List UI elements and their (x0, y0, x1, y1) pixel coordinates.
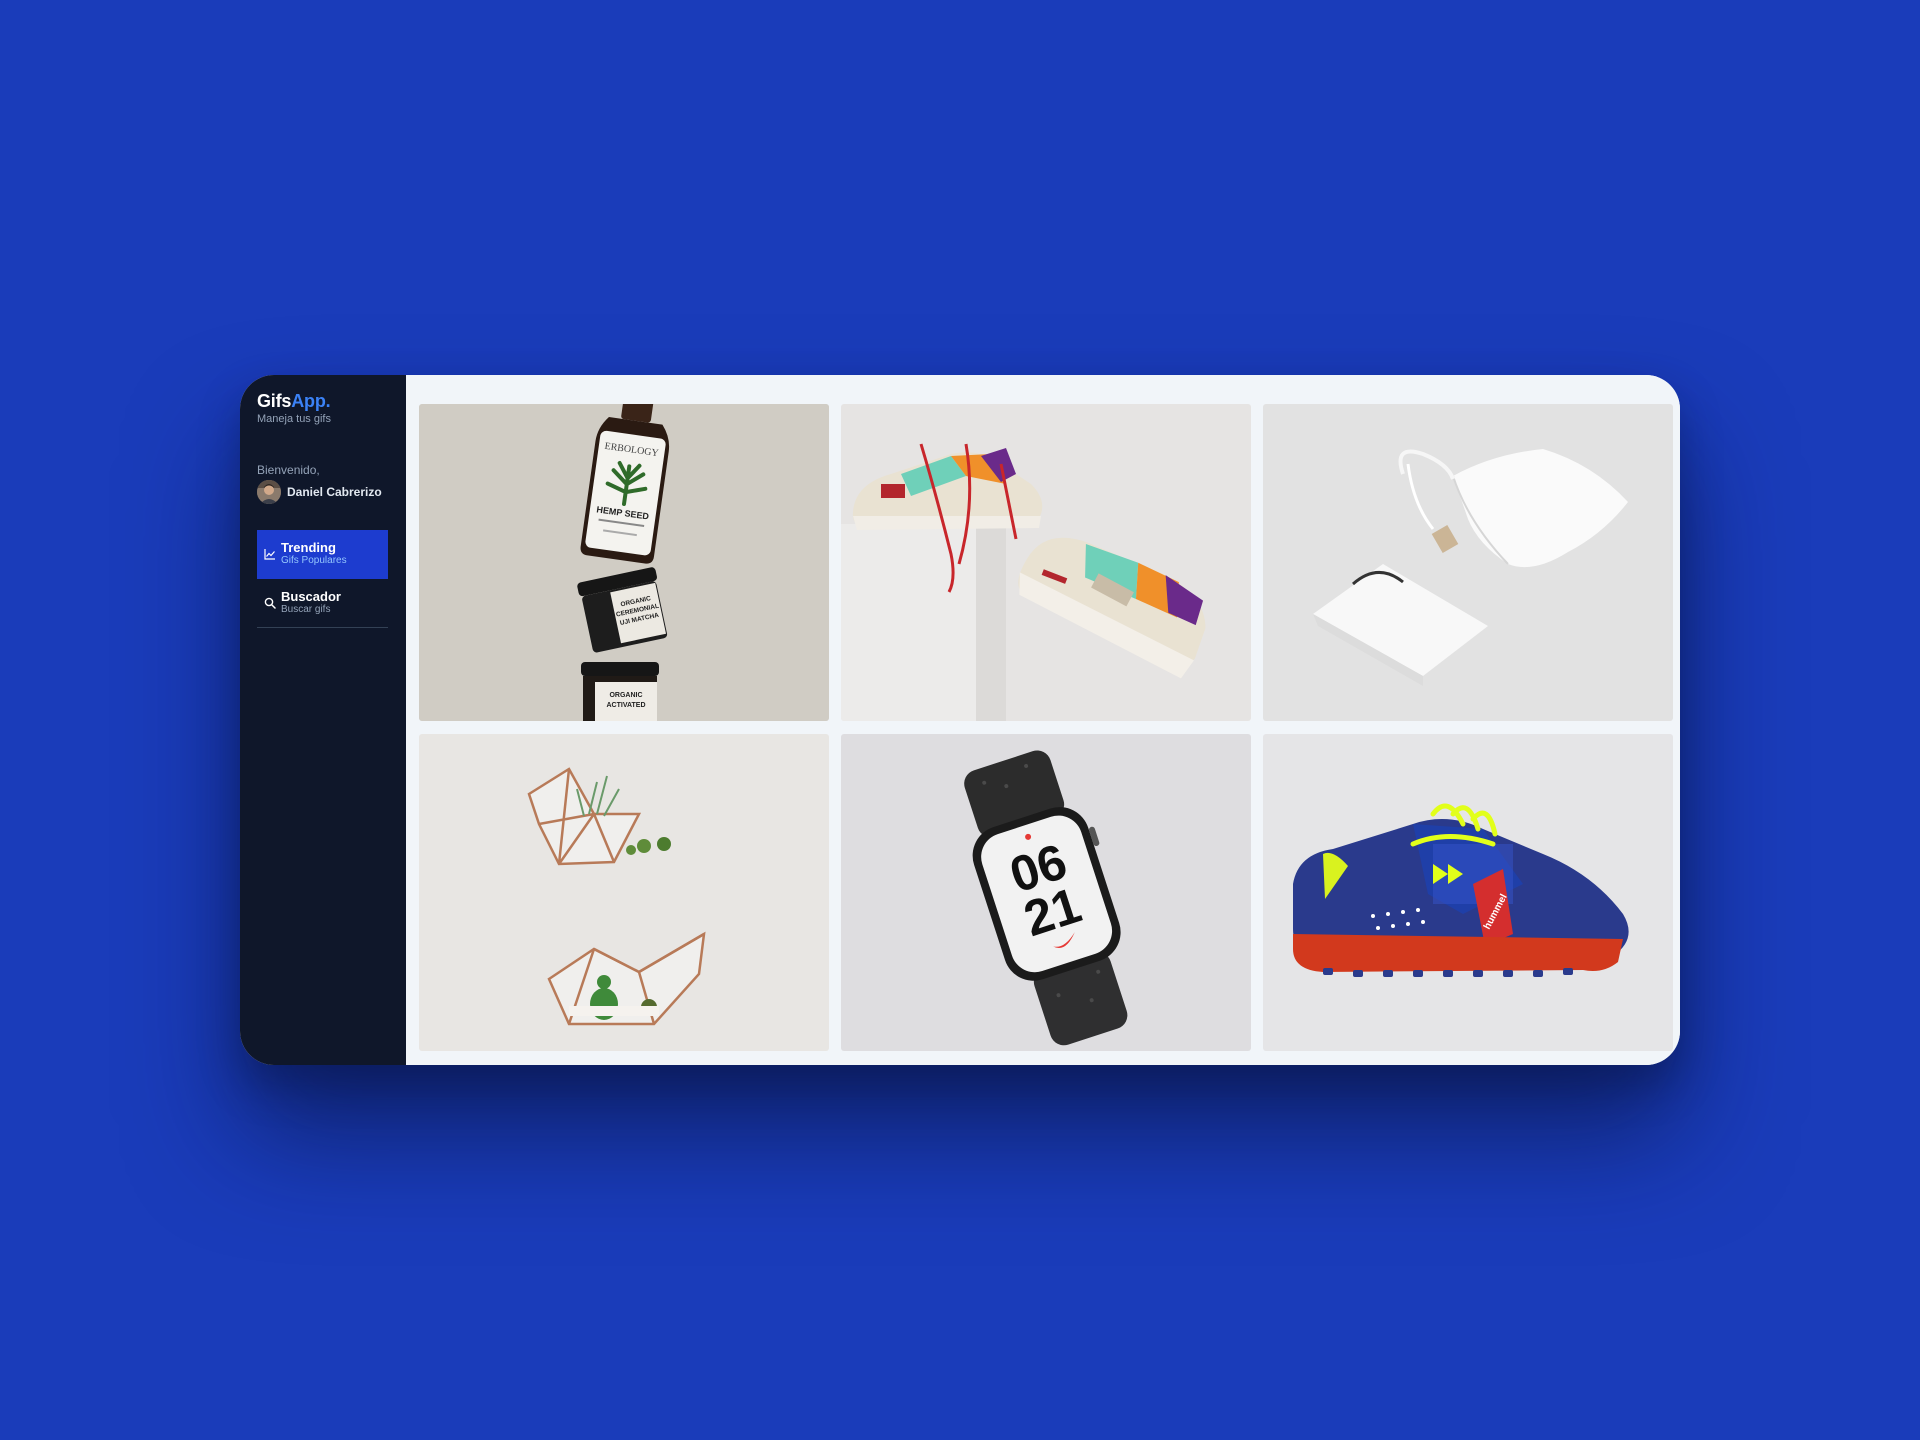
jar2-line2-text: ACTIVATED (606, 702, 645, 709)
chart-line-icon (263, 548, 276, 561)
search-icon (263, 597, 276, 610)
user-profile: Daniel Cabrerizo (257, 480, 388, 504)
sidebar-nav: Trending Gifs Populares Buscador Buscar … (257, 530, 388, 628)
gif-image-hemp-seed: ERBOLOGY HEMP SEED ORGANIC CEREMONIAL UJ… (419, 404, 829, 721)
app-tagline: Maneja tus gifs (257, 413, 331, 425)
jar2-line1-text: ORGANIC (609, 692, 642, 699)
app-logo: GifsApp. (257, 391, 388, 411)
nav-sub-buscador: Buscar gifs (281, 604, 331, 615)
nav-item-buscador[interactable]: Buscador Buscar gifs (257, 579, 388, 628)
nav-label-trending: Trending (281, 540, 336, 555)
gif-card-football-shoe[interactable]: hummel (1263, 734, 1673, 1051)
gif-image-football-shoe: hummel (1263, 734, 1673, 1051)
brand-accent: App. (291, 391, 331, 411)
gif-card-sneakers[interactable] (841, 404, 1251, 721)
brand-main: Gifs (257, 391, 292, 411)
gif-card-smartwatch[interactable]: 06 21 (841, 734, 1251, 1051)
gif-image-terrariums (419, 734, 829, 1051)
sidebar: GifsApp. Maneja tus gifs Bienvenido, Dan… (240, 375, 406, 1065)
gif-grid: ERBOLOGY HEMP SEED ORGANIC CEREMONIAL UJ… (419, 404, 1673, 1051)
app-window: GifsApp. Maneja tus gifs Bienvenido, Dan… (240, 375, 1680, 1065)
avatar-image (257, 480, 281, 504)
gif-image-sneakers (841, 404, 1251, 721)
nav-label-buscador: Buscador (281, 589, 341, 604)
avatar (257, 480, 281, 504)
gif-image-smartwatch: 06 21 (841, 734, 1251, 1051)
gif-gallery: ERBOLOGY HEMP SEED ORGANIC CEREMONIAL UJ… (406, 375, 1680, 1065)
nav-sub-trending: Gifs Populares (281, 555, 347, 566)
gif-image-bags (1263, 404, 1673, 721)
gif-card-terrariums[interactable] (419, 734, 829, 1051)
nav-item-trending[interactable]: Trending Gifs Populares (257, 530, 388, 579)
user-name: Daniel Cabrerizo (287, 485, 382, 499)
welcome-text: Bienvenido, (257, 463, 320, 477)
gif-card-bags[interactable] (1263, 404, 1673, 721)
gif-card-hemp-seed[interactable]: ERBOLOGY HEMP SEED ORGANIC CEREMONIAL UJ… (419, 404, 829, 721)
